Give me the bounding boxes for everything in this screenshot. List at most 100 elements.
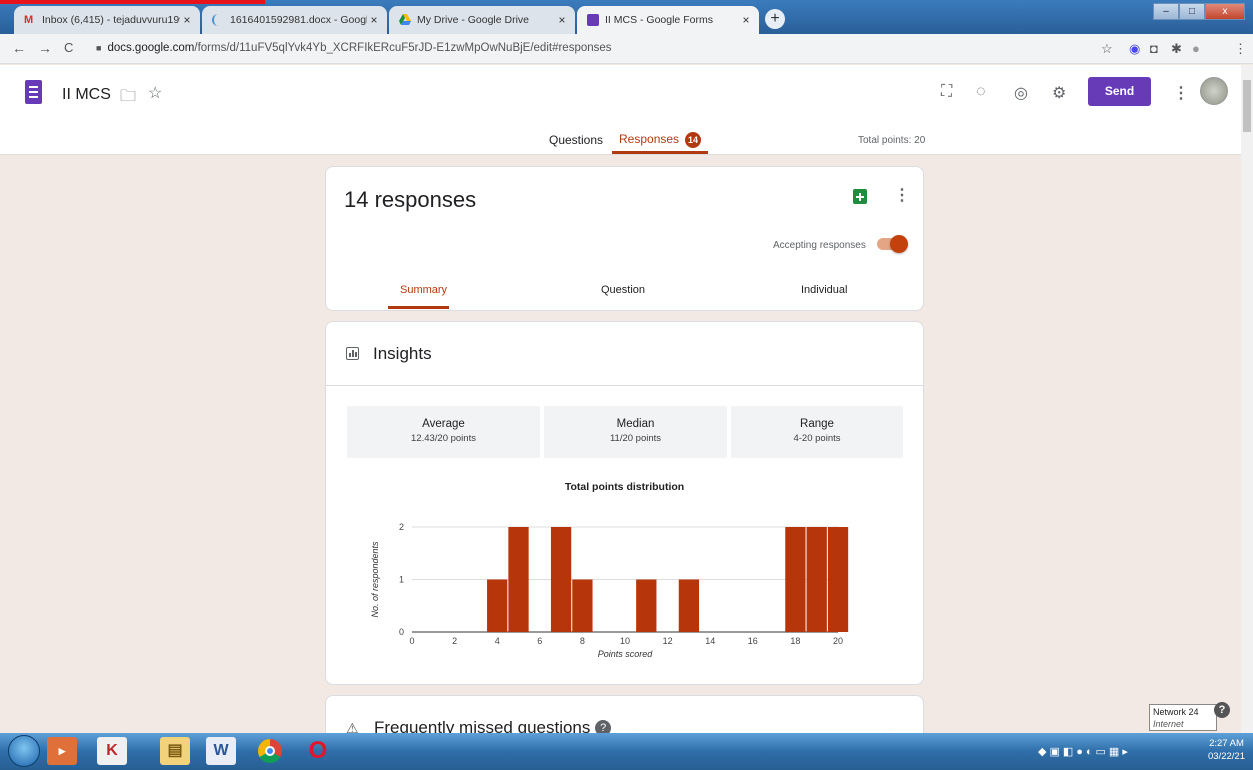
form-title[interactable]: II MCS bbox=[62, 86, 111, 104]
word-icon[interactable]: W bbox=[206, 737, 236, 765]
x-tick-label: 6 bbox=[537, 636, 542, 646]
window-controls: – □ x bbox=[1153, 3, 1245, 20]
move-to-folder-icon[interactable]: 🗀 bbox=[120, 85, 136, 112]
x-tick-label: 12 bbox=[663, 636, 673, 646]
bookmark-star-icon[interactable]: ☆ bbox=[1101, 41, 1113, 57]
file-explorer-icon[interactable]: ▤ bbox=[160, 737, 190, 765]
minimize-button[interactable]: – bbox=[1153, 3, 1179, 20]
maximize-button[interactable]: □ bbox=[1179, 3, 1205, 20]
tab-gmail[interactable]: M Inbox (6,415) - tejaduvvuru1994( × bbox=[14, 6, 200, 34]
stat-value: 11/20 points bbox=[609, 433, 662, 444]
x-tick-label: 8 bbox=[580, 636, 585, 646]
responses-count-badge: 14 bbox=[685, 132, 702, 148]
tab-title: II MCS - Google Forms bbox=[605, 14, 713, 26]
network-help-icon[interactable]: ? bbox=[1214, 702, 1230, 718]
new-tab-button[interactable]: + bbox=[765, 9, 785, 29]
stat-label: Median bbox=[616, 418, 655, 430]
close-window-button[interactable]: x bbox=[1205, 3, 1245, 20]
network-status-popup: Network 24 Internet access bbox=[1149, 704, 1217, 741]
bar bbox=[508, 527, 529, 632]
tab-individual[interactable]: Individual bbox=[801, 284, 847, 296]
add-ons-puzzle-icon[interactable]: ⛶ bbox=[941, 83, 952, 101]
tab-drive[interactable]: My Drive - Google Drive × bbox=[389, 6, 575, 34]
bar bbox=[550, 527, 572, 632]
summary-tab-indicator bbox=[388, 306, 449, 309]
y-tick-label: 1 bbox=[399, 575, 404, 585]
system-clock[interactable]: 2:27 AM 03/22/21 bbox=[1208, 737, 1245, 763]
windows-taskbar: ▸ K ▤ W O ◆▣◧●◐▭▦▸ 2:27 AM 03/22/21 bbox=[0, 733, 1253, 770]
bar bbox=[806, 527, 827, 632]
tab-questions[interactable]: Questions bbox=[549, 133, 603, 147]
y-tick-label: 2 bbox=[399, 522, 404, 532]
url-path: /forms/d/11uFV5qlYvk4Yb_XCRFIkERcuF5rJD-… bbox=[194, 42, 612, 54]
x-tick-label: 4 bbox=[495, 636, 500, 646]
reload-icon[interactable]: C bbox=[64, 40, 73, 55]
forward-icon[interactable]: → bbox=[38, 40, 52, 56]
chrome-menu-icon[interactable]: ⋮ bbox=[1234, 41, 1247, 57]
responses-more-icon[interactable]: ⋮ bbox=[894, 185, 910, 205]
drive-icon bbox=[399, 14, 411, 26]
total-points: Total points: 20 bbox=[858, 135, 926, 146]
tab-question[interactable]: Question bbox=[601, 284, 645, 296]
url-field[interactable]: ■ docs.google.com/forms/d/11uFV5qlYvk4Yb_… bbox=[96, 42, 612, 54]
stat-median: Median 11/20 points bbox=[544, 406, 727, 458]
bar bbox=[678, 579, 700, 632]
bar bbox=[827, 527, 849, 632]
x-tick-label: 18 bbox=[790, 636, 800, 646]
star-icon[interactable]: ☆ bbox=[148, 83, 162, 103]
x-axis-title: Points scored bbox=[598, 649, 654, 659]
stat-range: Range 4-20 points bbox=[731, 406, 903, 458]
tab-responses[interactable]: Responses 14 bbox=[619, 132, 702, 148]
response-count: 14 responses bbox=[344, 187, 477, 212]
google-sheets-icon[interactable] bbox=[853, 189, 867, 204]
responses-card: 14 responses ⋮ Accepting responses Summa… bbox=[325, 166, 924, 311]
page-scrollbar[interactable] bbox=[1241, 65, 1253, 733]
avatar[interactable] bbox=[1200, 77, 1228, 105]
stat-average: Average 12.43/20 points bbox=[347, 406, 540, 458]
bar bbox=[636, 579, 657, 632]
forms-header: II MCS 🗀 ☆ ⛶ ◌ ◎ ⚙ Send ⋮ Questions Resp… bbox=[0, 65, 1253, 155]
chrome-icon[interactable] bbox=[255, 737, 285, 765]
tab-title: My Drive - Google Drive bbox=[417, 14, 530, 26]
google-forms-logo-icon[interactable] bbox=[25, 80, 42, 104]
stat-value: 12.43/20 points bbox=[411, 433, 476, 444]
chart-title: Total points distribution bbox=[564, 481, 685, 493]
clock-date: 03/22/21 bbox=[1208, 751, 1245, 762]
close-tab-icon[interactable]: × bbox=[367, 13, 381, 27]
x-tick-label: 20 bbox=[833, 636, 843, 646]
tab-docx[interactable]: 1616401592981.docx - Google D × bbox=[202, 6, 387, 34]
extensions-puzzle-icon[interactable]: ✱ bbox=[1171, 41, 1182, 57]
accepting-responses-label: Accepting responses bbox=[773, 240, 866, 251]
red-highlight-bar bbox=[0, 0, 265, 4]
stat-label: Average bbox=[422, 418, 465, 430]
tab-summary[interactable]: Summary bbox=[400, 284, 447, 296]
close-tab-icon[interactable]: × bbox=[739, 13, 753, 27]
pocket-icon[interactable]: ◘ bbox=[1150, 41, 1158, 56]
stat-value: 4-20 points bbox=[793, 433, 841, 444]
scrollbar-thumb[interactable] bbox=[1243, 80, 1251, 132]
media-player-icon[interactable]: ▸ bbox=[47, 737, 77, 765]
y-tick-label: 0 bbox=[399, 627, 404, 637]
system-tray-icons[interactable]: ◆▣◧●◐▭▦▸ bbox=[1038, 745, 1131, 758]
tab-forms[interactable]: II MCS - Google Forms × bbox=[577, 6, 759, 34]
points-distribution-chart: 0120 2 4 6 8 10 12 14 16 18 20Points scoredNo. of … bbox=[370, 522, 849, 659]
send-button[interactable]: Send bbox=[1088, 77, 1151, 106]
divider bbox=[326, 385, 923, 386]
close-tab-icon[interactable]: × bbox=[555, 13, 569, 27]
back-icon[interactable]: ← bbox=[12, 40, 26, 56]
extension-at-icon[interactable]: ◉ bbox=[1129, 41, 1140, 57]
opera-icon[interactable]: O bbox=[303, 737, 333, 765]
palette-icon[interactable]: ◌ bbox=[976, 83, 986, 101]
lock-icon: ■ bbox=[96, 43, 102, 53]
x-tick-label: 2 bbox=[452, 636, 457, 646]
active-tab-indicator bbox=[612, 151, 708, 154]
settings-gear-icon[interactable]: ⚙ bbox=[1052, 83, 1066, 103]
gmail-icon: M bbox=[24, 14, 34, 26]
pdf-reader-icon[interactable]: K bbox=[97, 737, 127, 765]
close-tab-icon[interactable]: × bbox=[180, 13, 194, 27]
preview-eye-icon[interactable]: ◎ bbox=[1014, 83, 1028, 103]
profile-icon[interactable]: ● bbox=[1192, 41, 1200, 56]
accepting-responses-toggle[interactable] bbox=[877, 235, 908, 253]
more-options-icon[interactable]: ⋮ bbox=[1173, 83, 1189, 103]
start-button[interactable] bbox=[8, 735, 40, 767]
